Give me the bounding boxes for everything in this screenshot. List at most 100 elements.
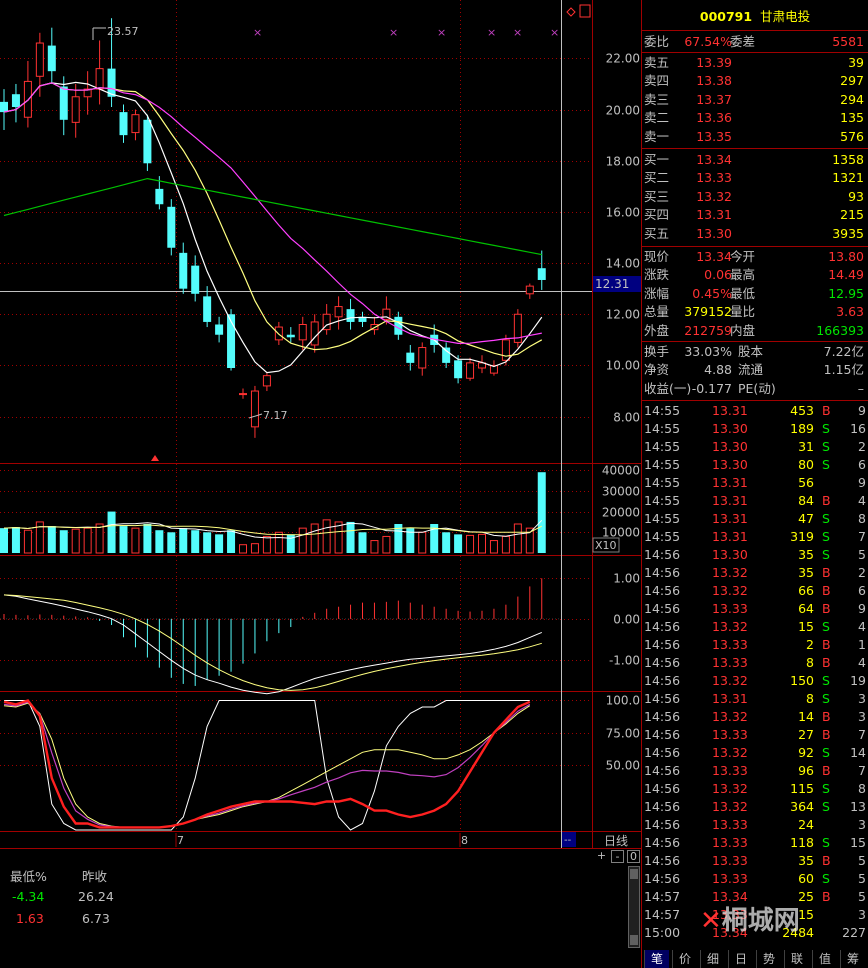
ma10-line [3,82,543,357]
volume-bar [250,543,259,554]
tick-volume: 27 [798,727,814,742]
volume-bar [107,511,116,553]
label: 收益(一) [644,380,692,396]
tick-row: 14:55 13.31 319 S 7 [642,528,868,546]
buy-level: 买二 13.33 1321 [642,169,868,187]
tick-direction: S [822,871,830,886]
volume-tick: 40000 [602,464,640,478]
tick-direction: B [822,709,831,724]
tab-4[interactable]: 势 [756,950,781,968]
tick-count: 4 [858,619,866,634]
tick-price: 13.31 [712,529,748,544]
volume-bar [119,526,128,553]
period-label[interactable]: 日线 [604,832,628,849]
zoom-in-button[interactable]: + [595,850,608,863]
tab-0[interactable]: 笔 [644,950,669,968]
svg-text:×: × [550,26,559,39]
ma20-line [3,82,542,345]
tick-time: 14:55 [644,403,681,418]
tick-price: 13.30 [712,421,748,436]
tick-row: 14:55 13.30 80 S 6 [642,456,868,474]
sell-level: 卖四 13.38 297 [642,72,868,90]
volume-tick: 20000 [602,506,640,520]
label: 买五 [644,225,670,241]
fund-row: 换手 33.03% 股本 7.22亿 [642,343,868,361]
stat-row: 外盘 212759 内盘 166393 [642,322,868,340]
tick-direction: S [822,691,830,706]
candle-body [239,393,247,396]
kdj-tick: 75.00 [606,727,640,741]
top-right-icons[interactable] [566,4,591,18]
candle-body [394,316,403,335]
volume-bar [346,521,355,553]
tick-price: 13.33 [712,853,748,868]
fund-row: 收益(一) -0.177 PE(动) – [642,380,868,398]
candle-body [95,68,104,90]
volume-bar [489,540,498,554]
scrollbar[interactable] [628,866,640,948]
tick-volume: 35 [798,547,814,562]
svg-text:×: × [513,26,522,39]
info-value: 1.63 [16,911,44,926]
volume-bar [537,472,546,553]
moving-average-lines [3,81,543,374]
volume-bar [358,532,367,553]
label: 内盘 [730,322,756,338]
stock-name: 甘肃电投 [760,9,811,24]
tick-row: 14:56 13.30 35 S 5 [642,546,868,564]
stat-row: 涨跌 0.06 最高 14.49 [642,266,868,284]
label: 外盘 [644,322,670,338]
stat-row: 现价 13.34 今开 13.80 [642,248,868,266]
tick-direction: S [822,835,830,850]
volume-bar [274,531,283,554]
tab-5[interactable]: 联 [784,950,809,968]
tick-volume: 14 [798,709,814,724]
tick-count: 5 [858,889,866,904]
current-price-marker-label: 12.31 [595,277,629,291]
label: 换手 [644,344,670,359]
tick-volume: 115 [790,781,814,796]
tick-time: 14:56 [644,745,681,760]
tab-1[interactable]: 价 [672,950,697,968]
macd-histogram [0,578,560,695]
kline-chart[interactable]: 12.31 22.00 20.00 18.00 16.00 14.00 12.00 10.0… [0,0,642,968]
candle-body [59,86,68,120]
tick-time: 14:56 [644,871,681,886]
tick-time: 14:57 [644,889,681,904]
tab-7[interactable]: 筹 [840,950,865,968]
tick-row: 14:56 13.33 8 B 4 [642,654,868,672]
tick-time: 14:55 [644,475,681,490]
label: 卖一 [644,128,670,144]
tick-volume: 8 [806,691,814,706]
volume-bar [418,531,427,554]
tab-3[interactable]: 日 [728,950,753,968]
axis-labels: 22.00 20.00 18.00 16.00 14.00 12.00 10.00 8.00 4… [602,52,640,773]
tab-6[interactable]: 值 [812,950,837,968]
tick-volume: 66 [798,583,814,598]
volume: 297 [840,73,864,89]
candle-body [0,101,8,113]
label: 股本 [738,344,764,359]
sell-level: 卖三 13.37 294 [642,91,868,109]
volume-bar [83,527,92,554]
stock-header: 000791 甘肃电投 [642,8,868,28]
tick-row: 14:56 13.32 92 S 14 [642,744,868,762]
tick-volume: 24 [798,817,814,832]
volume-bar [310,523,319,554]
tick-price: 13.33 [712,655,748,670]
tick-count: 8 [858,511,866,526]
tick-count: 13 [850,799,866,814]
info-value: -4.34 [12,889,45,904]
candle-body [262,375,271,387]
tick-price: 13.31 [712,691,748,706]
zoom-out-button[interactable]: - [611,850,624,863]
candle-body [155,188,164,205]
volume: 576 [840,128,864,144]
reset-button[interactable]: 0 [627,850,640,863]
label: 最高 [730,267,756,283]
tab-2[interactable]: 细 [700,950,725,968]
price: 13.34 [696,152,732,167]
tick-count: 7 [858,727,866,742]
value: 5581 [832,34,864,49]
tick-price: 13.33 [712,871,748,886]
